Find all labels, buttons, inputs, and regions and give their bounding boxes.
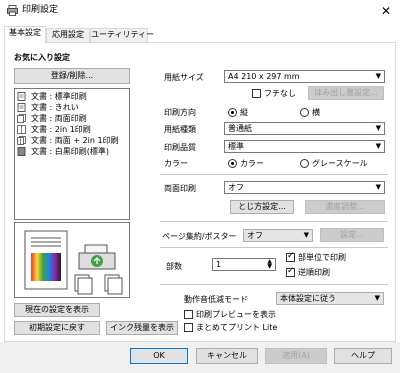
preview-illustration xyxy=(24,230,123,295)
page-layout-select[interactable]: オフ ▼ xyxy=(243,229,313,242)
quality-label: 印刷品質 xyxy=(164,143,196,152)
quiet-mode-value: 本体設定に従う xyxy=(280,294,336,303)
quality-select[interactable]: 標準 ▼ xyxy=(224,140,385,153)
list-item-label: 文書 : 標準印刷 xyxy=(31,92,87,101)
cancel-button[interactable]: キャンセル xyxy=(196,348,258,364)
chevron-down-icon: ▼ xyxy=(375,72,381,80)
layout-settings-button[interactable]: 設定... xyxy=(320,228,384,242)
list-item-label: 文書 : 白黒印刷(標準) xyxy=(31,147,110,156)
orientation-landscape-radio[interactable] xyxy=(300,108,309,117)
collate-checkbox[interactable] xyxy=(286,251,295,262)
paper-size-value: A4 210 x 297 mm xyxy=(228,72,300,81)
chevron-down-icon: ▼ xyxy=(375,142,381,150)
ok-button[interactable]: OK xyxy=(130,348,188,364)
copies-value: 1 xyxy=(216,260,222,269)
binding-settings-button[interactable]: とじ方設定... xyxy=(230,200,294,214)
job-arranger-checkbox[interactable] xyxy=(184,323,193,332)
print-preview-area xyxy=(14,222,130,298)
register-delete-button[interactable]: 登録/削除... xyxy=(14,68,130,84)
duplex-value: オフ xyxy=(228,183,244,192)
duplex-select[interactable]: オフ ▼ xyxy=(224,181,385,194)
density-adjust-button[interactable]: 濃度調整... xyxy=(305,200,385,214)
section-divider xyxy=(160,247,388,248)
page-layout-label: ページ集約/ポスター xyxy=(162,232,237,241)
print-preview-checkbox[interactable] xyxy=(184,310,193,319)
dialog-button-bar: OK キャンセル 適用(A) ヘルプ xyxy=(0,342,400,373)
section-divider xyxy=(160,174,388,175)
copies-label: 部数 xyxy=(166,262,182,271)
paper-type-value: 普通紙 xyxy=(228,124,252,133)
collate-label: 部単位で印刷 xyxy=(298,253,346,262)
output-pages-icon xyxy=(74,274,123,295)
reset-defaults-button[interactable]: 初期設定に戻す xyxy=(14,321,100,335)
copies-input[interactable]: 1 ▲ ▼ xyxy=(212,258,276,271)
apply-button[interactable]: 適用(A) xyxy=(265,348,327,364)
tab-basic[interactable]: 基本設定 xyxy=(4,26,46,43)
chevron-down-icon: ▼ xyxy=(303,231,309,239)
paper-type-label: 用紙種類 xyxy=(164,125,196,134)
monochrome-icon xyxy=(17,147,26,156)
page-preview-icon xyxy=(24,230,68,290)
list-item-label: 文書 : きれい xyxy=(31,103,79,112)
reverse-order-checkbox[interactable] xyxy=(286,266,295,277)
orientation-portrait-label: 縦 xyxy=(240,108,248,117)
print-preview-label: 印刷プレビューを表示 xyxy=(196,310,276,319)
window-title: 印刷設定 xyxy=(22,5,59,15)
document-icon xyxy=(17,103,26,112)
tab-utility[interactable]: ユーティリティー xyxy=(90,28,154,42)
reverse-order-label: 逆順印刷 xyxy=(298,268,330,277)
grayscale-radio[interactable] xyxy=(300,159,309,168)
page-layout-value: オフ xyxy=(247,231,263,240)
tab-advanced[interactable]: 応用設定 xyxy=(46,28,90,42)
duplex-icon xyxy=(17,114,26,123)
orientation-portrait-radio[interactable] xyxy=(228,108,237,117)
favorites-heading: お気に入り設定 xyxy=(14,53,70,62)
color-option-label: カラー xyxy=(240,159,264,168)
section-divider xyxy=(160,284,388,285)
two-up-icon xyxy=(17,125,26,134)
spin-arrows-icon[interactable]: ▲ ▼ xyxy=(267,259,272,270)
chevron-down-icon: ▼ xyxy=(374,294,380,302)
borderless-label: フチなし xyxy=(264,89,296,98)
tab-strip: 基本設定 応用設定 ユーティリティー xyxy=(0,26,400,43)
grayscale-option-label: グレースケール xyxy=(312,159,368,168)
list-item-label: 文書 : 両面 + 2in 1印刷 xyxy=(31,136,119,145)
quality-value: 標準 xyxy=(228,142,244,151)
favorites-list[interactable]: 文書 : 標準印刷 文書 : きれい 文書 : 両面印刷 文書 : 2in 1印… xyxy=(14,88,130,220)
color-radio[interactable] xyxy=(228,159,237,168)
color-label: カラー xyxy=(164,159,188,168)
title-bar: 印刷設定 ✕ xyxy=(0,0,400,22)
document-icon xyxy=(17,92,26,101)
close-icon[interactable]: ✕ xyxy=(378,3,394,19)
job-arranger-label: まとめてプリント Lite xyxy=(196,323,278,332)
show-current-settings-button[interactable]: 現在の設定を表示 xyxy=(14,303,100,317)
quiet-mode-select[interactable]: 本体設定に従う ▼ xyxy=(276,292,384,305)
ink-levels-button[interactable]: インク残量を表示 xyxy=(106,321,178,335)
printer-icon xyxy=(7,5,18,16)
orientation-label: 印刷方向 xyxy=(164,108,196,117)
borderless-checkbox[interactable] xyxy=(252,89,261,98)
printer-icon xyxy=(78,244,116,270)
help-button[interactable]: ヘルプ xyxy=(334,348,392,364)
paper-size-label: 用紙サイズ xyxy=(164,73,204,82)
chevron-down-icon: ▼ xyxy=(375,183,381,191)
chevron-down-icon: ▼ xyxy=(375,124,381,132)
duplex-two-up-icon xyxy=(17,136,26,145)
list-item-label: 文書 : 2in 1印刷 xyxy=(31,125,91,134)
section-divider xyxy=(160,221,388,222)
quiet-mode-label: 動作音低減モード xyxy=(184,295,248,304)
paper-size-select[interactable]: A4 210 x 297 mm ▼ xyxy=(224,70,385,83)
list-item-label: 文書 : 両面印刷 xyxy=(31,114,87,123)
paper-type-select[interactable]: 普通紙 ▼ xyxy=(224,122,385,135)
duplex-label: 両面印刷 xyxy=(164,184,196,193)
overflow-settings-button[interactable]: はみ出し量設定... xyxy=(308,86,384,100)
orientation-landscape-label: 横 xyxy=(312,108,320,117)
